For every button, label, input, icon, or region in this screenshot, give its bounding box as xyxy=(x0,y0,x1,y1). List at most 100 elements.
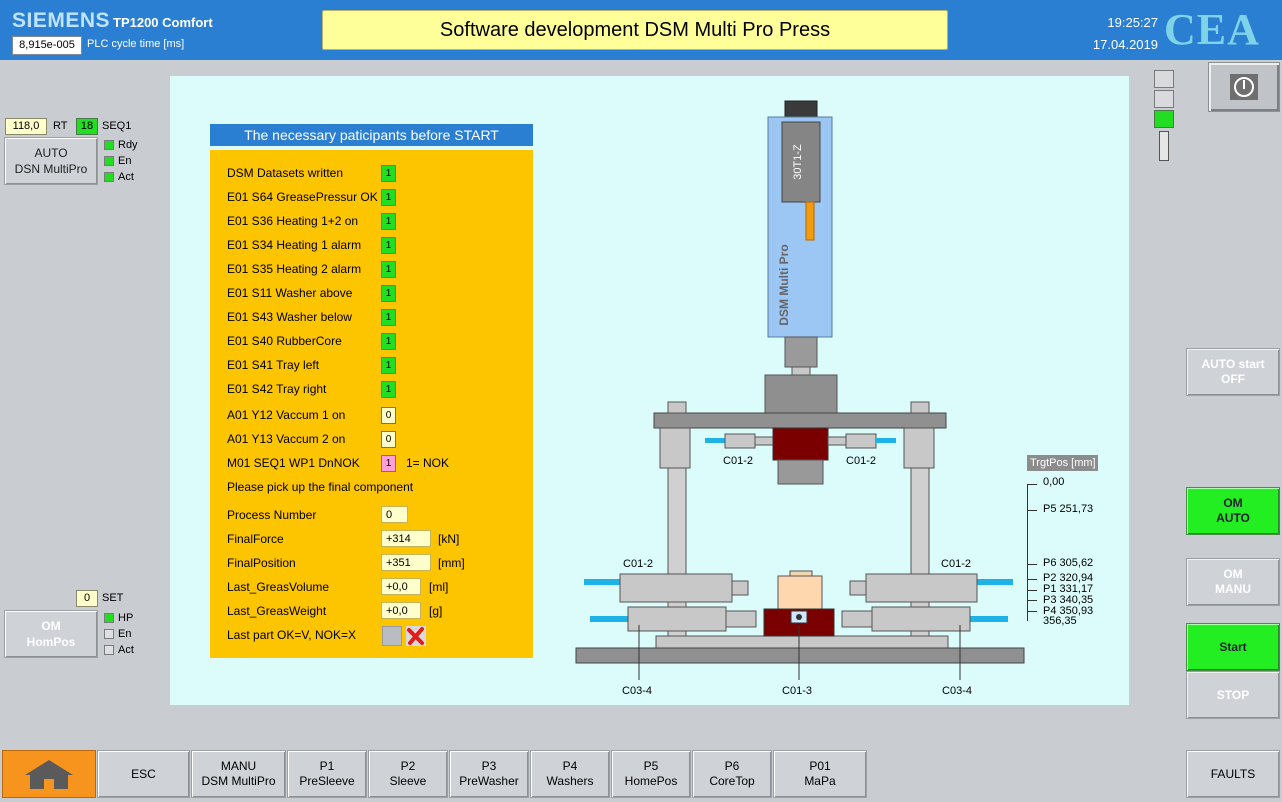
row-indicator: 1 xyxy=(381,165,396,182)
scale-tick xyxy=(1027,484,1037,485)
om-en-led xyxy=(104,629,114,639)
target-position-title: TrgtPos [mm] xyxy=(1027,455,1098,471)
p3-prewasher-button[interactable]: P3 PreWasher xyxy=(449,750,529,798)
act-led xyxy=(104,172,114,182)
p5-homepos-button[interactable]: P5 HomePos xyxy=(611,750,691,798)
scale-tick xyxy=(1027,510,1037,511)
esc-button[interactable]: ESC xyxy=(97,750,190,798)
p01-mapa-button[interactable]: P01 MaPa xyxy=(773,750,867,798)
auto-start-line2: OFF xyxy=(1221,372,1245,386)
row-label: E01 S42 Tray right xyxy=(227,382,327,396)
row-indicator: 1 xyxy=(381,333,396,350)
pos-p6: P6 305,62 xyxy=(1043,557,1093,569)
row-indicator: 1 xyxy=(381,357,396,374)
greas-weight-label: Last_GreasWeight xyxy=(227,604,327,618)
faults-button[interactable]: FAULTS xyxy=(1186,750,1280,798)
label-c03-4-left: C03-4 xyxy=(622,685,652,697)
sensor-rod xyxy=(805,201,815,241)
row-indicator: 1 xyxy=(381,213,396,230)
final-position-label: FinalPosition xyxy=(227,556,296,570)
p2-label-2: Sleeve xyxy=(389,774,427,788)
om-hompos-button[interactable]: OM HomPos xyxy=(4,610,98,658)
row-indicator: 1 xyxy=(381,455,396,472)
p4-washers-button[interactable]: P4 Washers xyxy=(530,750,610,798)
label-c01-2-lower-right: C01-2 xyxy=(941,558,971,570)
pos-p5-name: P5 xyxy=(1043,503,1057,515)
label-c01-2-upper-right: C01-2 xyxy=(846,455,876,467)
p4-label-2: Washers xyxy=(546,774,594,788)
manu-dsm-button[interactable]: MANU DSM MultiPro xyxy=(191,750,286,798)
label-c01-3: C01-3 xyxy=(782,685,812,697)
row-label: E01 S43 Washer below xyxy=(227,310,352,324)
p6-coretop-button[interactable]: P6 CoreTop xyxy=(692,750,772,798)
set-label: SET xyxy=(102,592,124,604)
pos-p6-name: P6 xyxy=(1043,557,1057,569)
power-button[interactable] xyxy=(1208,62,1280,112)
row-indicator: 0 xyxy=(381,431,396,448)
process-number-value: 0 xyxy=(381,506,408,523)
pos-end: 356,35 xyxy=(1043,615,1077,627)
participants-heading: The necessary paticipants before START xyxy=(210,124,533,146)
start-button[interactable]: Start xyxy=(1186,623,1280,671)
seq-label: SEQ1 xyxy=(102,120,132,132)
auto-dsn-multipro-button[interactable]: AUTO DSN MultiPro xyxy=(4,137,98,185)
p01-label-2: MaPa xyxy=(804,774,836,788)
row-indicator: 1 xyxy=(381,237,396,254)
home-icon xyxy=(25,760,73,789)
p2-label-1: P2 xyxy=(400,759,416,773)
row-indicator: 1 xyxy=(381,309,396,326)
row-label: E01 S36 Heating 1+2 on xyxy=(227,214,359,228)
power-icon xyxy=(1230,74,1258,100)
plc-cycle-label: PLC cycle time [ms] xyxy=(87,38,185,50)
row-indicator: 1 xyxy=(381,381,396,398)
om-manu-button[interactable]: OM MANU xyxy=(1186,558,1280,606)
om-auto-button[interactable]: OM AUTO xyxy=(1186,487,1280,535)
hp-led xyxy=(104,613,114,623)
rdy-label: Rdy xyxy=(118,139,138,151)
final-position-value: +351 xyxy=(381,554,431,571)
om-button-line2: HomPos xyxy=(26,635,76,649)
scale-tick xyxy=(1027,579,1037,580)
greas-weight-unit: [g] xyxy=(429,604,443,618)
om-auto-line2: AUTO xyxy=(1216,511,1250,525)
manu-label-2: DSM MultiPro xyxy=(201,774,276,788)
stop-button[interactable]: STOP xyxy=(1186,671,1280,719)
row-label: E01 S41 Tray left xyxy=(227,358,320,372)
rdy-led xyxy=(104,140,114,150)
en-led xyxy=(104,156,114,166)
row-label: E01 S35 Heating 2 alarm xyxy=(227,262,362,276)
pos-0: 0,00 xyxy=(1043,476,1065,488)
auto-button-line2: DSN MultiPro xyxy=(14,162,88,176)
last-part-label: Last part OK=V, NOK=X xyxy=(227,628,356,642)
seq-value: 18 xyxy=(76,118,98,135)
p2-sleeve-button[interactable]: P2 Sleeve xyxy=(368,750,448,798)
home-button[interactable] xyxy=(2,750,96,798)
p6-label-2: CoreTop xyxy=(709,774,755,788)
auto-start-off-button[interactable]: AUTO start OFF xyxy=(1186,348,1280,396)
en-label: En xyxy=(118,155,132,167)
scale-tick xyxy=(1027,600,1037,601)
row-label: E01 S40 RubberCore xyxy=(227,334,342,348)
pos-p6-value: 305,62 xyxy=(1059,557,1094,569)
row-label: E01 S11 Washer above xyxy=(227,286,353,300)
pos-p5-value: 251,73 xyxy=(1059,503,1094,515)
greas-volume-label: Last_GreasVolume xyxy=(227,580,330,594)
p4-label-1: P4 xyxy=(562,759,578,773)
pickup-message: Please pick up the final component xyxy=(227,480,414,494)
row-indicator: 1 xyxy=(381,285,396,302)
row-indicator: 1 xyxy=(381,189,396,206)
final-force-label: FinalForce xyxy=(227,532,284,546)
label-c01-2-lower-left: C01-2 xyxy=(623,558,653,570)
press-ram xyxy=(764,374,838,414)
sensor-label: 30T1-Z xyxy=(792,144,804,180)
auto-button-line1: AUTO xyxy=(34,146,68,160)
act-label: Act xyxy=(118,171,134,183)
nok-cross-icon xyxy=(405,625,427,647)
process-number-label: Process Number xyxy=(227,508,317,522)
status-box-1 xyxy=(1154,70,1174,88)
p1-presleeve-button[interactable]: P1 PreSleeve xyxy=(287,750,367,798)
faults-label: FAULTS xyxy=(1210,766,1256,781)
siemens-brand: SIEMENS xyxy=(12,9,111,32)
set-value: 0 xyxy=(76,590,98,607)
label-c01-2-upper-left: C01-2 xyxy=(723,455,753,467)
